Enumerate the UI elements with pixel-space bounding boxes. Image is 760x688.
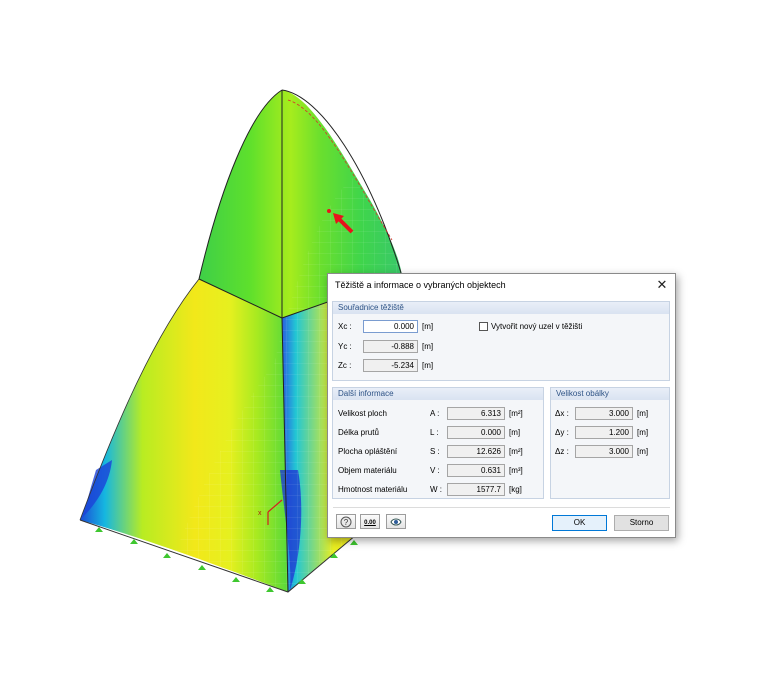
create-node-label: Vytvořit nový uzel v těžišti [491,322,583,331]
mass-field[interactable]: 1577.7 [447,483,505,496]
dx-label: Δx : [555,409,569,418]
dy-label: Δy : [555,428,569,437]
cancel-button[interactable]: Storno [614,515,669,531]
dx-field[interactable]: 3.000 [575,407,633,420]
calculator-icon: 0.00 [364,520,376,526]
ok-button[interactable]: OK [552,515,607,531]
svg-text:?: ? [344,518,349,527]
dy-field[interactable]: 1.200 [575,426,633,439]
dialog-title: Těžiště a informace o vybraných objektec… [335,280,506,290]
length-symbol: L : [430,428,439,437]
xc-unit: [m] [422,322,434,331]
zc-unit: [m] [422,361,434,370]
area-unit: [m²] [509,409,523,418]
centroid-marker [327,209,331,213]
area-field[interactable]: 6.313 [447,407,505,420]
decimals-button[interactable]: 0.00 [360,514,380,529]
mass-unit: [kg] [509,485,522,494]
close-icon[interactable]: ✕ [649,274,675,296]
centroid-group: Souřadnice těžiště Xc : 0.000 [m] Yc : -… [332,301,670,381]
dy-unit: [m] [637,428,649,437]
length-field[interactable]: 0.000 [447,426,505,439]
area-symbol: A : [430,409,440,418]
volume-label: Objem materiálu [338,466,397,475]
dz-label: Δz : [555,447,569,456]
create-node-checkbox[interactable] [479,322,488,331]
zc-label: Zc : [338,361,352,370]
mass-label: Hmotnost materiálu [338,485,408,494]
length-label: Délka prutů [338,428,379,437]
cladding-field[interactable]: 12.626 [447,445,505,458]
cladding-unit: [m²] [509,447,523,456]
area-label: Velikost ploch [338,409,387,418]
view-button[interactable] [386,514,406,529]
info-group-header: Další informace [333,388,543,400]
length-unit: [m] [509,428,521,437]
footer-separator [333,507,670,508]
mass-symbol: W : [430,485,442,494]
yc-unit: [m] [422,342,434,351]
centroid-group-header: Souřadnice těžiště [333,302,669,314]
cladding-label: Plocha opláštění [338,447,398,456]
yc-label: Yc : [338,342,352,351]
cladding-symbol: S : [430,447,440,456]
volume-symbol: V : [430,466,440,475]
dx-unit: [m] [637,409,649,418]
xc-field[interactable]: 0.000 [363,320,418,333]
centroid-info-dialog: Těžiště a informace o vybraných objektec… [327,273,676,538]
envelope-group: Velikost obálky Δx : 3.000 [m] Δy : 1.20… [550,387,670,499]
volume-unit: [m³] [509,466,523,475]
zc-field[interactable]: -5.234 [363,359,418,372]
info-group: Další informace Velikost ploch A : 6.313… [332,387,544,499]
help-icon: ? [340,516,352,528]
svg-text:x: x [258,510,262,517]
yc-field[interactable]: -0.888 [363,340,418,353]
envelope-group-header: Velikost obálky [551,388,669,400]
xc-label: Xc : [338,322,352,331]
dialog-titlebar[interactable]: Těžiště a informace o vybraných objektec… [328,274,675,296]
help-button[interactable]: ? [336,514,356,529]
volume-field[interactable]: 0.631 [447,464,505,477]
dz-field[interactable]: 3.000 [575,445,633,458]
dz-unit: [m] [637,447,649,456]
eye-icon [390,518,402,526]
